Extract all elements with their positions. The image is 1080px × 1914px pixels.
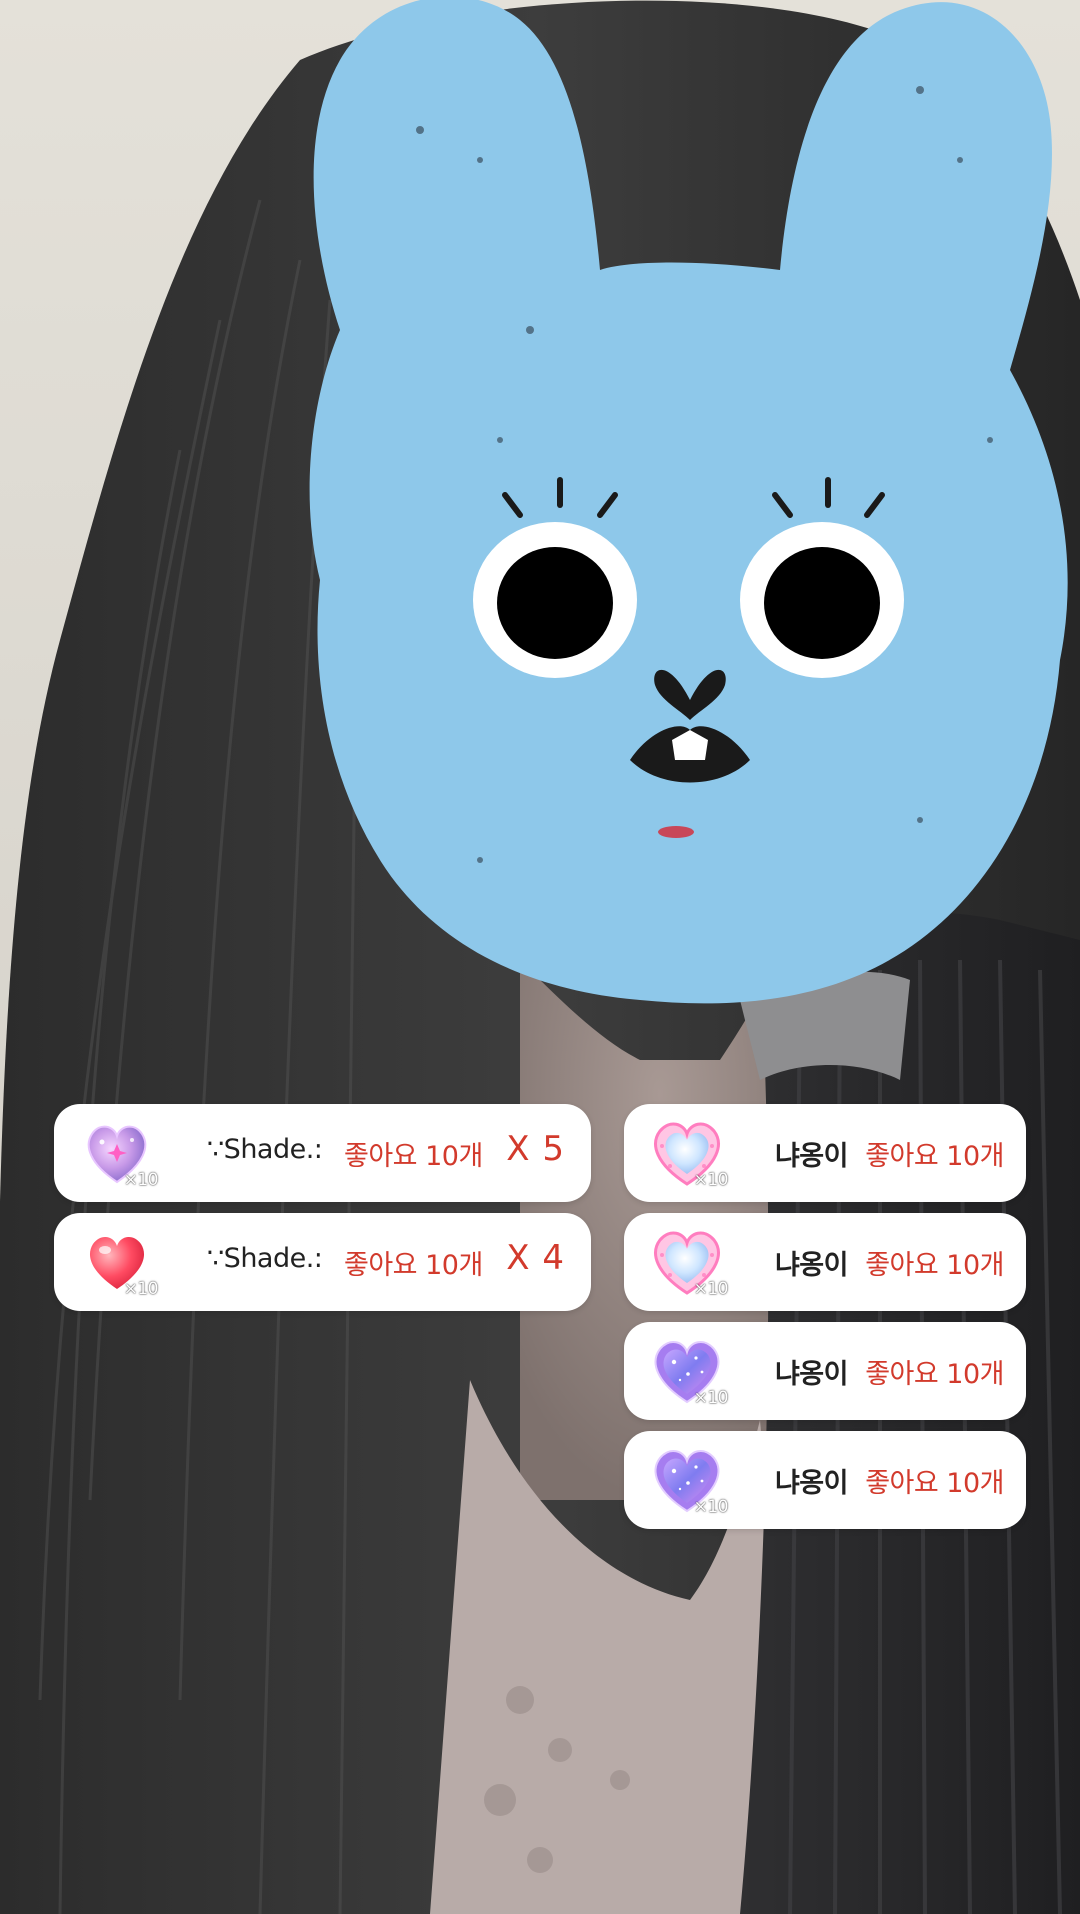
sender-name: 냐옹이 — [774, 1141, 849, 1172]
sender-name: 냐옹이 — [774, 1468, 849, 1499]
gift-count-label: ×10 — [693, 1497, 729, 1517]
gift-alert-card: ×10 ∵Shade.: 좋아요 10개 X 4 — [54, 1213, 591, 1311]
gift-alert-card: ×10 ∵Shade.: 좋아요 10개 X 5 — [54, 1104, 591, 1202]
gift-count-label: ×10 — [693, 1279, 729, 1299]
like-count: 좋아요 10개 — [865, 1141, 1004, 1172]
camera-scene — [0, 0, 1080, 1914]
sender-name: 냐옹이 — [774, 1250, 849, 1281]
gift-count-label: ×10 — [693, 1170, 729, 1190]
galaxy-heart-icon: ×10 — [650, 1443, 729, 1517]
combo-multiplier: X 4 — [506, 1238, 565, 1278]
sender-name: ∵Shade.: — [207, 1243, 323, 1274]
sender-name: 냐옹이 — [774, 1359, 849, 1390]
red-heart-icon: ×10 — [80, 1225, 159, 1299]
galaxy-heart-icon: ×10 — [650, 1334, 729, 1408]
framed-heart-icon: ×10 — [650, 1116, 729, 1190]
gift-alert-card: ×10 냐옹이 좋아요 10개 — [624, 1213, 1026, 1311]
framed-heart-icon: ×10 — [650, 1225, 729, 1299]
camera-background — [0, 0, 1080, 1914]
gift-count-label: ×10 — [123, 1279, 159, 1299]
gift-alert-card: ×10 냐옹이 좋아요 10개 — [624, 1431, 1026, 1529]
gift-count-label: ×10 — [693, 1388, 729, 1408]
gift-alert-card: ×10 냐옹이 좋아요 10개 — [624, 1322, 1026, 1420]
like-count: 좋아요 10개 — [344, 1250, 483, 1281]
glitter-heart-icon: ×10 — [80, 1116, 159, 1190]
gift-count-label: ×10 — [123, 1170, 159, 1190]
like-count: 좋아요 10개 — [344, 1141, 483, 1172]
like-count: 좋아요 10개 — [865, 1468, 1004, 1499]
combo-multiplier: X 5 — [506, 1129, 565, 1169]
sender-name: ∵Shade.: — [207, 1134, 323, 1165]
like-count: 좋아요 10개 — [865, 1359, 1004, 1390]
gift-alert-card: ×10 냐옹이 좋아요 10개 — [624, 1104, 1026, 1202]
like-count: 좋아요 10개 — [865, 1250, 1004, 1281]
